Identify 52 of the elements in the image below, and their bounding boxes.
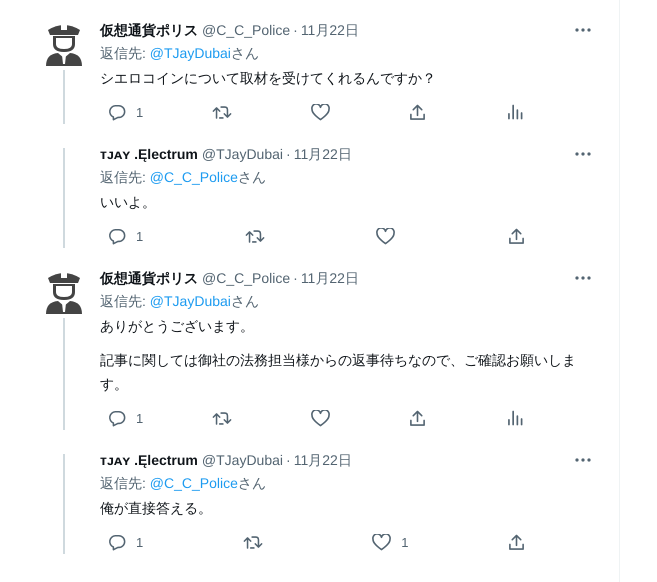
action-count: 1 xyxy=(136,534,144,550)
user-name[interactable]: ᴛᴊᴀʏ .Ęlectrum xyxy=(100,144,198,164)
like-icon[interactable] xyxy=(376,228,396,244)
tweet-date[interactable]: 11月22日 xyxy=(300,20,359,40)
share-icon[interactable] xyxy=(409,410,426,426)
user-name[interactable]: 仮想通貨ポリス xyxy=(100,20,198,40)
analytics-icon[interactable] xyxy=(508,104,523,120)
tweet-text: 俺が直接答える。 xyxy=(100,499,213,518)
separator-dot: · xyxy=(286,451,291,470)
retweet-icon[interactable] xyxy=(212,104,232,120)
reply-icon[interactable] xyxy=(108,104,126,120)
share-icon[interactable] xyxy=(409,104,426,120)
reply-icon[interactable] xyxy=(108,534,126,550)
tweet-text: 記事に関しては御社の法務担当様からの返事待ちなので、ご確認お願いします。 xyxy=(100,351,577,394)
tweet-text: ありがとうございます。 xyxy=(100,317,255,336)
like-icon[interactable] xyxy=(372,534,392,550)
share-icon[interactable] xyxy=(508,228,525,244)
retweet-icon[interactable] xyxy=(242,534,263,550)
retweet-icon[interactable] xyxy=(212,410,232,426)
reply-to-text: 返信先: @C_C_Policeさん xyxy=(100,474,267,493)
user-handle[interactable]: @C_C_Police xyxy=(202,20,290,40)
separator-dot: · xyxy=(286,145,291,164)
like-icon[interactable] xyxy=(310,104,330,120)
user-name[interactable]: ᴛᴊᴀʏ .Ęlectrum xyxy=(100,450,198,470)
reply-icon[interactable] xyxy=(108,228,126,244)
user-handle[interactable]: @C_C_Police xyxy=(202,268,290,288)
reply-to-text: 返信先: @TJayDubaiさん xyxy=(100,292,260,311)
reply-to-text: 返信先: @TJayDubaiさん xyxy=(100,44,260,63)
reply-icon[interactable] xyxy=(108,410,126,426)
more-icon[interactable] xyxy=(575,458,591,462)
user-handle[interactable]: @TJayDubai xyxy=(202,144,284,164)
like-icon[interactable] xyxy=(310,410,330,426)
tweet-text: シエロコインについて取材を受けてくれるんですか？ xyxy=(100,69,437,88)
action-count: 1 xyxy=(401,534,408,550)
reply-to-text: 返信先: @C_C_Policeさん xyxy=(100,168,267,187)
user-handle[interactable]: @TJayDubai xyxy=(202,450,284,470)
tweet-date[interactable]: 11月22日 xyxy=(294,144,352,164)
more-icon[interactable] xyxy=(575,28,591,32)
retweet-icon[interactable] xyxy=(244,228,265,244)
user-name[interactable]: 仮想通貨ポリス xyxy=(100,268,198,288)
more-icon[interactable] xyxy=(575,152,591,156)
separator-dot: · xyxy=(293,269,298,288)
separator-dot: · xyxy=(293,21,298,40)
action-count: 1 xyxy=(136,228,144,244)
analytics-icon[interactable] xyxy=(508,410,523,426)
action-count: 1 xyxy=(136,104,144,120)
more-icon[interactable] xyxy=(575,276,591,280)
action-count: 1 xyxy=(136,410,144,426)
tweet-date[interactable]: 11月22日 xyxy=(294,450,352,470)
tweet-text: いいよ。 xyxy=(100,193,157,212)
tweet-date[interactable]: 11月22日 xyxy=(300,268,359,288)
share-icon[interactable] xyxy=(508,534,525,550)
